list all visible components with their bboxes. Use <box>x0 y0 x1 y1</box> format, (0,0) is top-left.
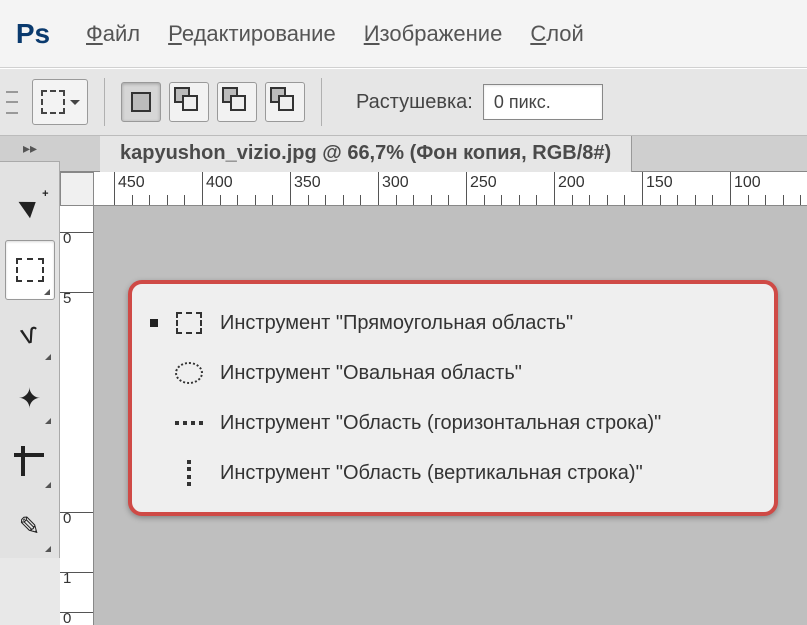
ruler-tick-label: 350 <box>294 174 321 192</box>
eyedropper-icon: ✎ <box>19 511 41 542</box>
move-icon <box>18 194 41 218</box>
ruler-tick-label: 1 <box>63 570 71 587</box>
mode-add-selection[interactable] <box>169 82 209 122</box>
chevron-down-icon <box>70 100 80 105</box>
ruler-tick-label: 250 <box>470 174 497 192</box>
column-marquee-icon <box>172 458 206 488</box>
grip-icon[interactable] <box>6 82 18 122</box>
ruler-tick-label: 0 <box>63 510 71 527</box>
marquee-flyout-menu: Инструмент "Прямоугольная область" Инстру… <box>128 280 778 516</box>
marquee-icon <box>16 258 44 282</box>
menu-file[interactable]: Файл <box>86 21 140 47</box>
ruler-tick-label: 0 <box>63 610 71 625</box>
ruler-origin[interactable] <box>60 172 94 206</box>
rect-marquee-icon <box>172 308 206 338</box>
wand-icon: ✦ <box>18 382 41 415</box>
tool-lasso[interactable]: ⱱ <box>5 304 55 364</box>
mode-intersect-selection[interactable] <box>265 82 305 122</box>
ruler-tick-label: 150 <box>646 174 673 192</box>
tool-eyedropper[interactable]: ✎ <box>5 496 55 556</box>
menu-edit[interactable]: Редактирование <box>168 21 336 47</box>
menu-image[interactable]: Изображение <box>364 21 503 47</box>
feather-input[interactable] <box>483 84 603 120</box>
lasso-icon: ⱱ <box>17 316 41 351</box>
tool-crop[interactable] <box>5 432 55 492</box>
ruler-vertical[interactable]: 0 5 0 1 0 <box>60 172 94 625</box>
app-logo: Ps <box>8 9 58 59</box>
ruler-horizontal[interactable]: 450 400 350 300 250 200 150 100 <box>94 172 807 206</box>
options-bar: Растушевка: <box>0 68 807 136</box>
flyout-item-label: Инструмент "Область (вертикальная строка… <box>220 462 643 485</box>
feather-label: Растушевка: <box>356 91 473 114</box>
ruler-tick-label: 0 <box>63 230 71 247</box>
menubar: Ps Файл Редактирование Изображение Слой <box>0 0 807 68</box>
crop-icon <box>17 449 43 475</box>
row-marquee-icon <box>172 408 206 438</box>
document-tab-bar: kapyushon_vizio.jpg @ 66,7% (Фон копия, … <box>60 136 807 172</box>
divider <box>104 78 105 126</box>
flyout-item-label: Инструмент "Овальная область" <box>220 362 522 385</box>
document-tab[interactable]: kapyushon_vizio.jpg @ 66,7% (Фон копия, … <box>100 136 632 172</box>
selection-mode-group <box>121 82 305 122</box>
ruler-tick-label: 450 <box>118 174 145 192</box>
flyout-item-label: Инструмент "Область (горизонтальная стро… <box>220 412 661 435</box>
ruler-tick-label: 300 <box>382 174 409 192</box>
selected-indicator-icon <box>150 319 158 327</box>
ruler-tick-label: 5 <box>63 290 71 307</box>
ruler-tick-label: 200 <box>558 174 585 192</box>
tool-palette: + ⱱ ✦ ✎ <box>0 136 60 558</box>
tool-magic-wand[interactable]: ✦ <box>5 368 55 428</box>
flyout-item[interactable]: Инструмент "Прямоугольная область" <box>142 298 764 348</box>
flyout-item[interactable]: Инструмент "Область (горизонтальная стро… <box>142 398 764 448</box>
panel-collapse-arrows-icon[interactable]: ▸▸ <box>0 136 60 162</box>
flyout-item[interactable]: Инструмент "Овальная область" <box>142 348 764 398</box>
ruler-tick-label: 100 <box>734 174 761 192</box>
menu-layer[interactable]: Слой <box>530 21 584 47</box>
tool-move[interactable]: + <box>5 176 55 236</box>
tool-preset-picker[interactable] <box>32 79 88 125</box>
marquee-icon <box>41 90 65 114</box>
mode-subtract-selection[interactable] <box>217 82 257 122</box>
tool-marquee[interactable] <box>5 240 55 300</box>
ruler-tick-label: 400 <box>206 174 233 192</box>
flyout-item[interactable]: Инструмент "Область (вертикальная строка… <box>142 448 764 498</box>
mode-new-selection[interactable] <box>121 82 161 122</box>
ellipse-marquee-icon <box>172 358 206 388</box>
divider <box>321 78 322 126</box>
flyout-item-label: Инструмент "Прямоугольная область" <box>220 312 573 335</box>
